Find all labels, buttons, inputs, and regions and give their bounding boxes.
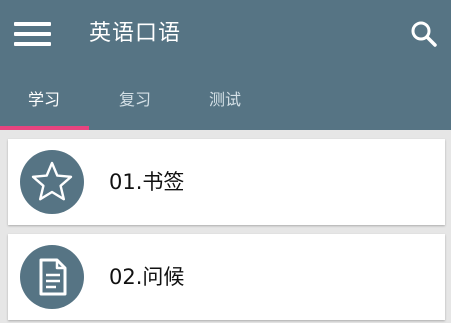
tab-test[interactable]: 测试 — [184, 78, 266, 126]
star-icon — [20, 150, 84, 214]
hamburger-menu-icon[interactable] — [14, 22, 52, 48]
lesson-list[interactable]: 01.书签 02.问候 — [0, 130, 451, 323]
document-icon — [20, 245, 84, 309]
list-item-bookmarks[interactable]: 01.书签 — [8, 139, 445, 225]
tab-learn[interactable]: 学习 — [0, 78, 88, 126]
tab-bar: 学习 复习 测试 — [0, 78, 451, 130]
app-bar: 英语口语 学习 复习 测试 — [0, 0, 451, 130]
tab-review[interactable]: 复习 — [94, 78, 176, 126]
app-title: 英语口语 — [89, 21, 182, 46]
search-icon[interactable] — [408, 18, 440, 50]
list-item-label: 01.书签 — [109, 170, 185, 194]
list-item-label: 02.问候 — [109, 265, 185, 289]
list-item-greetings[interactable]: 02.问候 — [8, 234, 445, 320]
